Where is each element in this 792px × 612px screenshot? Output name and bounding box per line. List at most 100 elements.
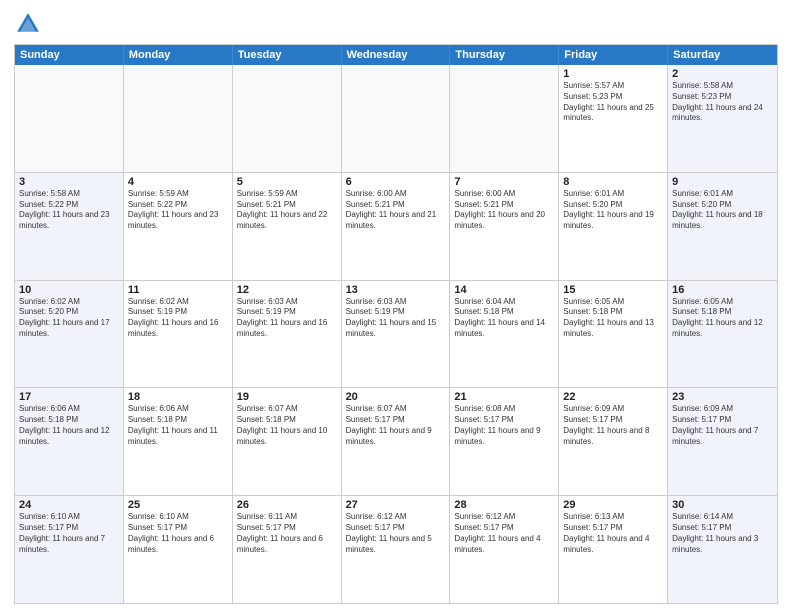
day-number: 2 xyxy=(672,68,773,80)
header xyxy=(14,10,778,38)
cal-cell-13: 13Sunrise: 6:03 AMSunset: 5:19 PMDayligh… xyxy=(342,281,451,388)
cal-cell-8: 8Sunrise: 6:01 AMSunset: 5:20 PMDaylight… xyxy=(559,173,668,280)
day-number: 28 xyxy=(454,499,554,511)
cell-info: Sunrise: 6:07 AMSunset: 5:17 PMDaylight:… xyxy=(346,404,446,447)
cell-info: Sunrise: 6:14 AMSunset: 5:17 PMDaylight:… xyxy=(672,512,773,555)
cell-info: Sunrise: 6:06 AMSunset: 5:18 PMDaylight:… xyxy=(128,404,228,447)
day-number: 7 xyxy=(454,176,554,188)
cell-info: Sunrise: 6:02 AMSunset: 5:20 PMDaylight:… xyxy=(19,297,119,340)
cell-info: Sunrise: 6:12 AMSunset: 5:17 PMDaylight:… xyxy=(346,512,446,555)
calendar-row-2: 10Sunrise: 6:02 AMSunset: 5:20 PMDayligh… xyxy=(15,280,777,388)
cell-info: Sunrise: 6:02 AMSunset: 5:19 PMDaylight:… xyxy=(128,297,228,340)
cal-cell-28: 28Sunrise: 6:12 AMSunset: 5:17 PMDayligh… xyxy=(450,496,559,603)
cell-info: Sunrise: 5:59 AMSunset: 5:21 PMDaylight:… xyxy=(237,189,337,232)
cal-cell-25: 25Sunrise: 6:10 AMSunset: 5:17 PMDayligh… xyxy=(124,496,233,603)
cal-cell-6: 6Sunrise: 6:00 AMSunset: 5:21 PMDaylight… xyxy=(342,173,451,280)
header-day-wednesday: Wednesday xyxy=(342,45,451,65)
calendar-body: 1Sunrise: 5:57 AMSunset: 5:23 PMDaylight… xyxy=(15,65,777,603)
logo xyxy=(14,10,46,38)
cal-cell-empty-1 xyxy=(124,65,233,172)
cell-info: Sunrise: 5:58 AMSunset: 5:22 PMDaylight:… xyxy=(19,189,119,232)
calendar-row-4: 24 Sunrise: 6:10 AMSunset: 5:17 PMDayligh… xyxy=(15,495,777,603)
cal-cell-empty-2 xyxy=(233,65,342,172)
cell-info: Sunrise: 6:03 AMSunset: 5:19 PMDaylight:… xyxy=(237,297,337,340)
cal-cell-23: 23Sunrise: 6:09 AMSunset: 5:17 PMDayligh… xyxy=(668,388,777,495)
day-number: 25 xyxy=(128,499,228,511)
header-day-thursday: Thursday xyxy=(450,45,559,65)
day-number: 13 xyxy=(346,284,446,296)
cal-cell-29: 29Sunrise: 6:13 AMSunset: 5:17 PMDayligh… xyxy=(559,496,668,603)
day-number: 3 xyxy=(19,176,119,188)
cell-info: Sunrise: 5:59 AMSunset: 5:22 PMDaylight:… xyxy=(128,189,228,232)
cell-info: Sunrise: 6:11 AMSunset: 5:17 PMDaylight:… xyxy=(237,512,337,555)
cell-info: Sunrise: 6:10 AMSunset: 5:17 PMDaylight:… xyxy=(128,512,228,555)
cell-info: Sunrise: 6:13 AMSunset: 5:17 PMDaylight:… xyxy=(563,512,663,555)
day-number: 21 xyxy=(454,391,554,403)
cell-info: Sunrise: 6:09 AMSunset: 5:17 PMDaylight:… xyxy=(672,404,773,447)
header-day-sunday: Sunday xyxy=(15,45,124,65)
day-number: 9 xyxy=(672,176,773,188)
day-number: 24 xyxy=(19,499,119,511)
day-number: 19 xyxy=(237,391,337,403)
cal-cell-24: 24Sunrise: 6:10 AMSunset: 5:17 PMDayligh… xyxy=(15,496,124,603)
calendar-row-3: 17Sunrise: 6:06 AMSunset: 5:18 PMDayligh… xyxy=(15,387,777,495)
cal-cell-19: 19Sunrise: 6:07 AMSunset: 5:18 PMDayligh… xyxy=(233,388,342,495)
cal-cell-26: 26Sunrise: 6:11 AMSunset: 5:17 PMDayligh… xyxy=(233,496,342,603)
cal-cell-12: 12Sunrise: 6:03 AMSunset: 5:19 PMDayligh… xyxy=(233,281,342,388)
calendar: SundayMondayTuesdayWednesdayThursdayFrid… xyxy=(14,44,778,604)
day-number: 17 xyxy=(19,391,119,403)
day-number: 11 xyxy=(128,284,228,296)
cal-cell-3: 3Sunrise: 5:58 AMSunset: 5:22 PMDaylight… xyxy=(15,173,124,280)
page: SundayMondayTuesdayWednesdayThursdayFrid… xyxy=(0,0,792,612)
cell-info: Sunrise: 6:05 AMSunset: 5:18 PMDaylight:… xyxy=(563,297,663,340)
cell-info: Sunrise: 6:09 AMSunset: 5:17 PMDaylight:… xyxy=(563,404,663,447)
cell-info: Sunrise: 6:00 AMSunset: 5:21 PMDaylight:… xyxy=(346,189,446,232)
cell-info: Sunrise: 5:58 AMSunset: 5:23 PMDaylight:… xyxy=(672,81,773,124)
day-number: 12 xyxy=(237,284,337,296)
cal-cell-4: 4Sunrise: 5:59 AMSunset: 5:22 PMDaylight… xyxy=(124,173,233,280)
cell-info: Sunrise: 6:03 AMSunset: 5:19 PMDaylight:… xyxy=(346,297,446,340)
cal-cell-10: 10Sunrise: 6:02 AMSunset: 5:20 PMDayligh… xyxy=(15,281,124,388)
cal-cell-18: 18Sunrise: 6:06 AMSunset: 5:18 PMDayligh… xyxy=(124,388,233,495)
header-day-tuesday: Tuesday xyxy=(233,45,342,65)
cal-cell-27: 27Sunrise: 6:12 AMSunset: 5:17 PMDayligh… xyxy=(342,496,451,603)
cal-cell-empty-4 xyxy=(450,65,559,172)
calendar-header: SundayMondayTuesdayWednesdayThursdayFrid… xyxy=(15,45,777,65)
day-number: 5 xyxy=(237,176,337,188)
day-number: 4 xyxy=(128,176,228,188)
day-number: 10 xyxy=(19,284,119,296)
cal-cell-empty-3 xyxy=(342,65,451,172)
day-number: 22 xyxy=(563,391,663,403)
day-number: 15 xyxy=(563,284,663,296)
day-number: 30 xyxy=(672,499,773,511)
cell-info: Sunrise: 5:57 AMSunset: 5:23 PMDaylight:… xyxy=(563,81,663,124)
calendar-row-0: 1Sunrise: 5:57 AMSunset: 5:23 PMDaylight… xyxy=(15,65,777,172)
header-day-saturday: Saturday xyxy=(668,45,777,65)
day-number: 1 xyxy=(563,68,663,80)
calendar-row-1: 3Sunrise: 5:58 AMSunset: 5:22 PMDaylight… xyxy=(15,172,777,280)
day-number: 6 xyxy=(346,176,446,188)
cal-cell-7: 7Sunrise: 6:00 AMSunset: 5:21 PMDaylight… xyxy=(450,173,559,280)
cal-cell-20: 20Sunrise: 6:07 AMSunset: 5:17 PMDayligh… xyxy=(342,388,451,495)
cal-cell-1: 1Sunrise: 5:57 AMSunset: 5:23 PMDaylight… xyxy=(559,65,668,172)
cell-info: Sunrise: 6:00 AMSunset: 5:21 PMDaylight:… xyxy=(454,189,554,232)
day-number: 23 xyxy=(672,391,773,403)
cal-cell-15: 15Sunrise: 6:05 AMSunset: 5:18 PMDayligh… xyxy=(559,281,668,388)
cal-cell-21: 21Sunrise: 6:08 AMSunset: 5:17 PMDayligh… xyxy=(450,388,559,495)
cal-cell-2: 2Sunrise: 5:58 AMSunset: 5:23 PMDaylight… xyxy=(668,65,777,172)
day-number: 16 xyxy=(672,284,773,296)
day-number: 8 xyxy=(563,176,663,188)
day-number: 18 xyxy=(128,391,228,403)
cal-cell-empty-0 xyxy=(15,65,124,172)
header-day-monday: Monday xyxy=(124,45,233,65)
cell-info: Sunrise: 6:01 AMSunset: 5:20 PMDaylight:… xyxy=(563,189,663,232)
cal-cell-9: 9Sunrise: 6:01 AMSunset: 5:20 PMDaylight… xyxy=(668,173,777,280)
cell-info: Sunrise: 6:01 AMSunset: 5:20 PMDaylight:… xyxy=(672,189,773,232)
cell-info: Sunrise: 6:07 AMSunset: 5:18 PMDaylight:… xyxy=(237,404,337,447)
cal-cell-17: 17Sunrise: 6:06 AMSunset: 5:18 PMDayligh… xyxy=(15,388,124,495)
cell-info: Sunrise: 6:06 AMSunset: 5:18 PMDaylight:… xyxy=(19,404,119,447)
day-number: 27 xyxy=(346,499,446,511)
cal-cell-30: 30Sunrise: 6:14 AMSunset: 5:17 PMDayligh… xyxy=(668,496,777,603)
cell-info: Sunrise: 6:05 AMSunset: 5:18 PMDaylight:… xyxy=(672,297,773,340)
cal-cell-22: 22Sunrise: 6:09 AMSunset: 5:17 PMDayligh… xyxy=(559,388,668,495)
